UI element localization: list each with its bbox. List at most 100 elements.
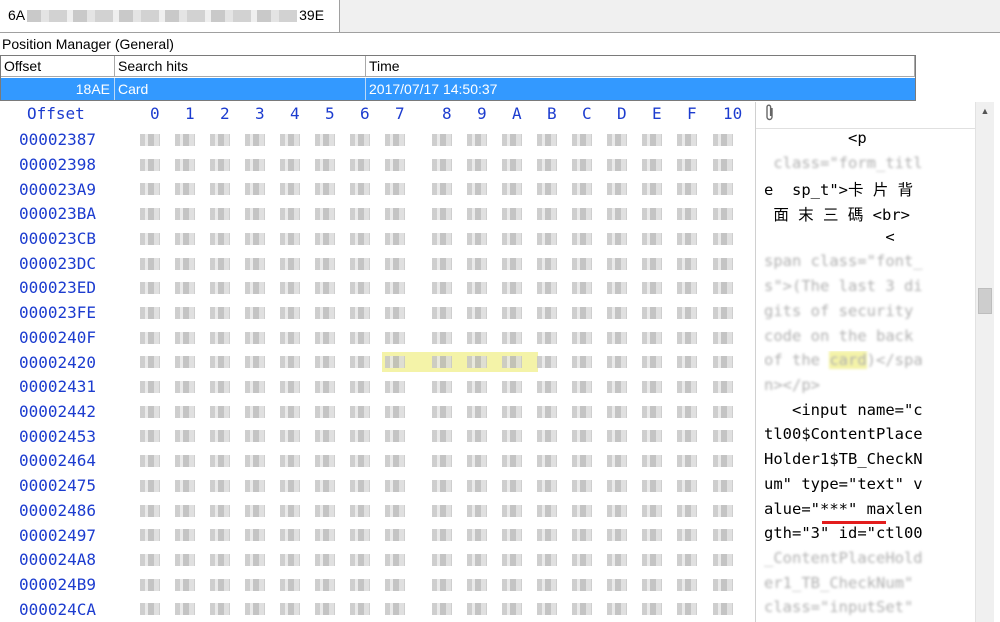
hex-byte[interactable]: [175, 183, 195, 196]
hex-byte[interactable]: [572, 282, 592, 295]
hex-byte[interactable]: [245, 158, 265, 171]
hex-byte[interactable]: [467, 381, 487, 393]
column-header-search-hits[interactable]: Search hits: [115, 56, 366, 76]
hex-byte[interactable]: [432, 529, 452, 542]
hex-byte[interactable]: [140, 430, 160, 443]
hex-byte[interactable]: [502, 282, 522, 295]
hex-byte[interactable]: [385, 331, 405, 344]
hex-byte[interactable]: [175, 553, 195, 566]
hex-byte[interactable]: [607, 257, 627, 270]
file-tab[interactable]: 6A 39E: [0, 0, 340, 32]
hex-byte[interactable]: [350, 208, 370, 221]
hex-byte[interactable]: [432, 331, 452, 344]
hex-byte[interactable]: [502, 134, 522, 146]
offset-000024b9[interactable]: 000024B9: [19, 575, 96, 594]
hex-byte[interactable]: [642, 479, 662, 492]
hex-byte[interactable]: [140, 504, 160, 517]
hex-byte[interactable]: [677, 455, 697, 468]
hex-byte[interactable]: [467, 282, 487, 295]
hex-byte[interactable]: [140, 134, 160, 146]
hex-byte[interactable]: [537, 405, 557, 418]
hex-byte[interactable]: [280, 405, 300, 418]
hex-byte[interactable]: [280, 257, 300, 270]
hex-byte[interactable]: [677, 331, 697, 344]
hex-byte[interactable]: [245, 553, 265, 566]
hex-byte[interactable]: [572, 479, 592, 492]
hex-byte[interactable]: [315, 455, 335, 468]
hex-byte[interactable]: [467, 430, 487, 443]
hex-byte[interactable]: [432, 282, 452, 295]
hex-byte[interactable]: [432, 504, 452, 517]
hex-byte[interactable]: [677, 208, 697, 221]
hex-byte[interactable]: [572, 529, 592, 542]
hex-byte[interactable]: [140, 553, 160, 566]
ascii-text-panel[interactable]: <p class="form_titl e sp_t">卡 片 背 面 末 三 …: [755, 102, 976, 622]
hex-byte[interactable]: [385, 183, 405, 196]
hex-byte[interactable]: [432, 232, 452, 245]
hex-byte[interactable]: [140, 529, 160, 542]
hex-byte[interactable]: [642, 603, 662, 616]
hex-byte[interactable]: [467, 504, 487, 517]
hex-byte[interactable]: [315, 158, 335, 171]
hex-byte[interactable]: [642, 553, 662, 566]
hex-byte[interactable]: [432, 553, 452, 566]
hex-byte[interactable]: [502, 405, 522, 418]
hex-byte[interactable]: [175, 134, 195, 146]
hex-byte[interactable]: [385, 306, 405, 319]
hex-byte[interactable]: [210, 208, 230, 221]
hex-byte[interactable]: [467, 405, 487, 418]
offset-00002486[interactable]: 00002486: [19, 501, 96, 520]
hex-byte[interactable]: [537, 578, 557, 591]
hex-byte[interactable]: [315, 405, 335, 418]
hex-byte[interactable]: [315, 331, 335, 344]
hex-byte[interactable]: [140, 232, 160, 245]
hex-byte[interactable]: [245, 306, 265, 319]
hex-byte[interactable]: [572, 158, 592, 171]
hex-byte[interactable]: [140, 331, 160, 344]
hex-byte[interactable]: [315, 603, 335, 616]
hex-byte[interactable]: [210, 603, 230, 616]
hex-byte[interactable]: [713, 553, 733, 566]
hex-byte[interactable]: [210, 257, 230, 270]
hex-byte[interactable]: [245, 356, 265, 369]
hex-byte[interactable]: [642, 282, 662, 295]
hex-byte[interactable]: [537, 603, 557, 616]
hex-byte[interactable]: [467, 183, 487, 196]
hex-byte[interactable]: [432, 183, 452, 196]
hex-byte[interactable]: [245, 134, 265, 146]
hex-byte[interactable]: [432, 405, 452, 418]
hex-byte[interactable]: [713, 331, 733, 344]
hex-byte[interactable]: [245, 381, 265, 393]
hex-byte[interactable]: [315, 479, 335, 492]
hex-byte[interactable]: [210, 183, 230, 196]
vertical-scrollbar[interactable]: ▲: [975, 102, 994, 622]
hex-byte[interactable]: [350, 603, 370, 616]
hex-byte[interactable]: [315, 381, 335, 393]
hex-byte[interactable]: [572, 405, 592, 418]
hex-byte[interactable]: [713, 208, 733, 221]
hex-byte[interactable]: [210, 529, 230, 542]
hex-byte[interactable]: [537, 232, 557, 245]
hex-byte[interactable]: [280, 381, 300, 393]
hex-byte[interactable]: [350, 529, 370, 542]
hex-byte[interactable]: [385, 529, 405, 542]
hex-byte[interactable]: [502, 553, 522, 566]
hex-byte[interactable]: [315, 504, 335, 517]
hex-byte[interactable]: [315, 208, 335, 221]
hex-byte[interactable]: [350, 553, 370, 566]
hex-byte[interactable]: [502, 455, 522, 468]
hex-byte[interactable]: [280, 603, 300, 616]
offset-00002497[interactable]: 00002497: [19, 526, 96, 545]
hex-byte[interactable]: [467, 529, 487, 542]
hex-byte[interactable]: [502, 183, 522, 196]
hex-byte[interactable]: [642, 134, 662, 146]
hex-byte[interactable]: [607, 455, 627, 468]
hex-byte[interactable]: [572, 553, 592, 566]
hex-byte[interactable]: [467, 232, 487, 245]
hex-byte[interactable]: [385, 208, 405, 221]
hex-byte[interactable]: [432, 356, 452, 369]
hex-byte[interactable]: [572, 331, 592, 344]
hex-byte[interactable]: [502, 430, 522, 443]
hex-byte[interactable]: [280, 553, 300, 566]
hex-byte[interactable]: [572, 134, 592, 146]
